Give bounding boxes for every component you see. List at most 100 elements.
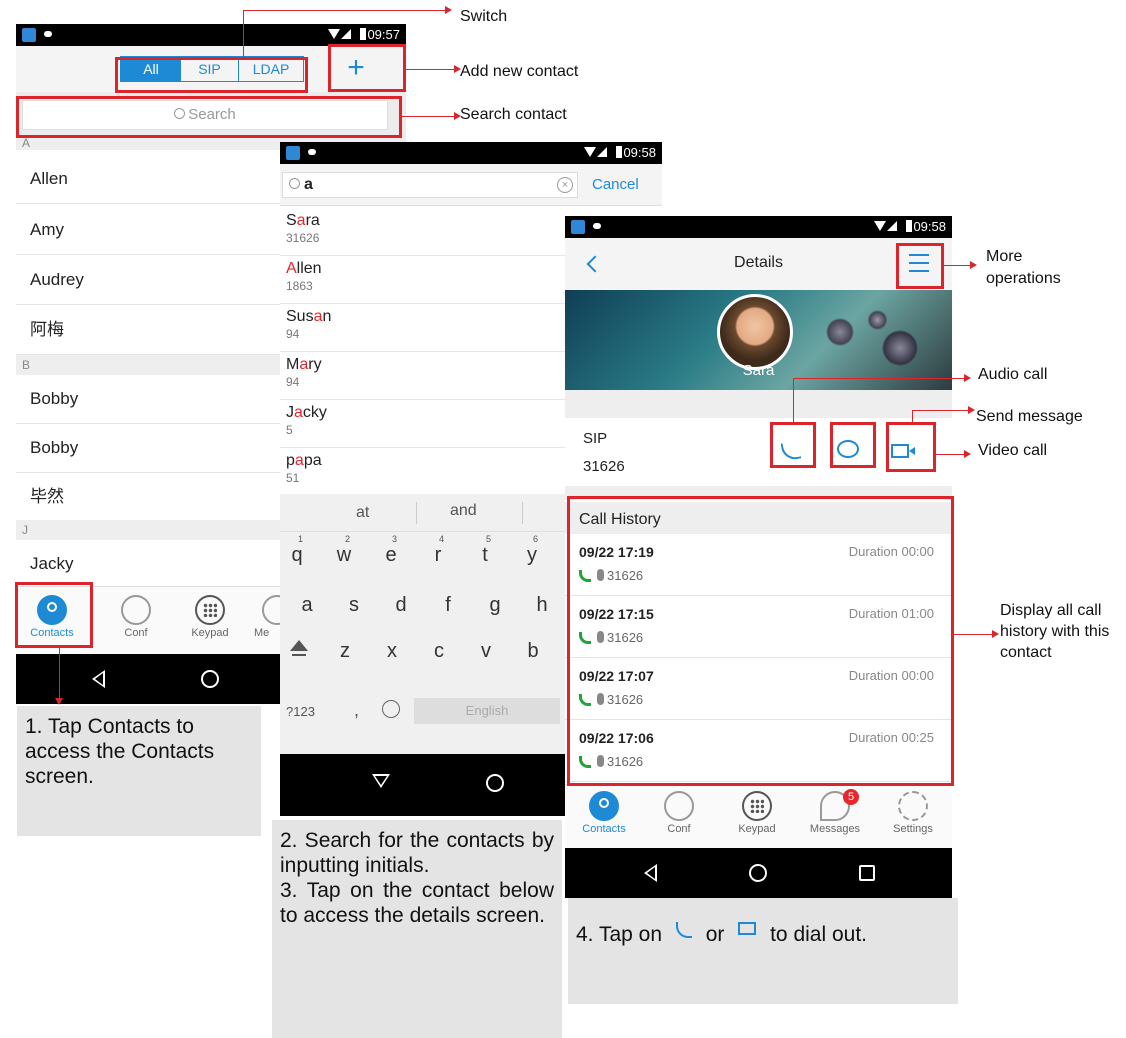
comma-key[interactable]: , [354,700,359,721]
key-number-hint: 6 [533,534,539,544]
account-type: SIP [583,430,608,447]
clear-icon[interactable]: × [557,177,573,193]
search-icon [289,178,300,189]
video-call-highlight [886,422,936,472]
notification-icon [44,31,52,37]
tab-label: Contacts [582,823,626,835]
shift-key[interactable] [290,640,308,651]
home-icon[interactable] [201,670,219,688]
conference-icon [121,595,151,625]
audio-call-connector [793,378,794,422]
key-w[interactable]: w [331,544,357,567]
key-z[interactable]: z [332,640,358,663]
unread-badge: 5 [843,789,859,805]
tab-conf[interactable]: Conf [651,791,707,835]
key-r[interactable]: r [425,544,451,567]
details-header: Details [565,238,952,290]
note-text: 4. Tap on [576,923,663,946]
conference-icon [664,791,694,821]
status-bar: 09:58 [280,142,662,164]
tab-contacts[interactable]: Contacts [569,791,639,835]
status-time: 09:58 [623,145,656,160]
home-icon[interactable] [749,864,767,882]
tab-conf[interactable]: Conf [108,595,164,639]
cancel-button[interactable]: Cancel [592,176,639,193]
search-header: a × Cancel [280,164,662,206]
globe-icon[interactable] [382,700,400,718]
status-bar: 09:57 [16,24,406,46]
gear-icon [898,791,928,821]
video-call-connector [936,454,964,455]
more-operations-connector [944,265,970,266]
divider [416,502,417,524]
switch-arrow [445,6,452,14]
note-step1: 1. Tap Contacts to access the Contacts s… [17,706,261,836]
suggestion[interactable]: at [356,504,369,522]
home-icon[interactable] [486,774,504,792]
add-contact-connector [406,69,454,70]
note-step4: 4. Tap on or to dial out. [568,898,958,1004]
key-s[interactable]: s [341,594,367,617]
key-number-hint: 4 [439,534,445,544]
key-f[interactable]: f [435,594,461,617]
key-q[interactable]: q [284,544,310,567]
tab-label: Settings [893,823,933,835]
key-d[interactable]: d [388,594,414,617]
page-title: Details [734,254,783,271]
key-y[interactable]: y [519,544,545,567]
audio-call-arrow [964,374,971,382]
tab-settings[interactable]: Settings [881,791,945,835]
space-key[interactable]: English [414,698,560,724]
key-b[interactable]: b [520,640,546,663]
more-operations-highlight [896,243,944,289]
switch-connector [243,10,445,11]
search-input[interactable]: a × [282,172,578,198]
note-text: 3. Tap on the contact below to access th… [280,879,554,927]
contacts-arrow [55,698,63,705]
app-icon [286,146,300,160]
tab-keypad[interactable]: Keypad [182,595,238,639]
avatar [717,294,793,370]
recents-icon[interactable] [859,865,875,881]
annotation-history: Display all call history with this conta… [1000,602,1110,661]
contacts-connector [59,648,60,700]
back-icon[interactable] [644,864,657,882]
key-g[interactable]: g [482,594,508,617]
key-v[interactable]: v [473,640,499,663]
key-number-hint: 5 [486,534,492,544]
key-number-hint: 2 [345,534,351,544]
status-bar: 09:58 [565,216,952,238]
bottom-tab-bar: Contacts Conf Keypad Messages 5 Settings [565,784,952,848]
status-time: 09:57 [367,27,400,42]
shift-key-underline [292,654,306,656]
switch-highlight [115,57,308,93]
more-operations-arrow [970,261,977,269]
note-text: or [705,923,725,946]
tab-messages[interactable]: Messages 5 [799,789,871,835]
tab-keypad[interactable]: Keypad [727,791,787,835]
key-x[interactable]: x [379,640,405,663]
contacts-tab-highlight [15,582,93,648]
space-label: English [465,703,509,718]
android-nav-bar [565,848,952,898]
call-history-highlight [567,496,954,786]
key-h[interactable]: h [529,594,555,617]
tab-label: Me [254,627,270,639]
suggestion[interactable]: and [450,502,477,520]
annotation-video-call: Video call [978,442,1048,459]
key-c[interactable]: c [426,640,452,663]
back-icon-inner [375,776,387,785]
key-t[interactable]: t [472,544,498,567]
app-icon [22,28,36,42]
message-highlight [830,422,876,468]
divider [522,502,523,524]
key-a[interactable]: a [294,594,320,617]
contact-banner: Sara [565,290,952,390]
history-connector [954,634,992,635]
add-contact-highlight [328,44,406,92]
contact-name: Sara [742,362,775,379]
back-icon[interactable] [92,670,105,688]
key-e[interactable]: e [378,544,404,567]
symbols-key[interactable]: ?123 [286,704,315,719]
key-number-hint: 1 [298,534,304,544]
